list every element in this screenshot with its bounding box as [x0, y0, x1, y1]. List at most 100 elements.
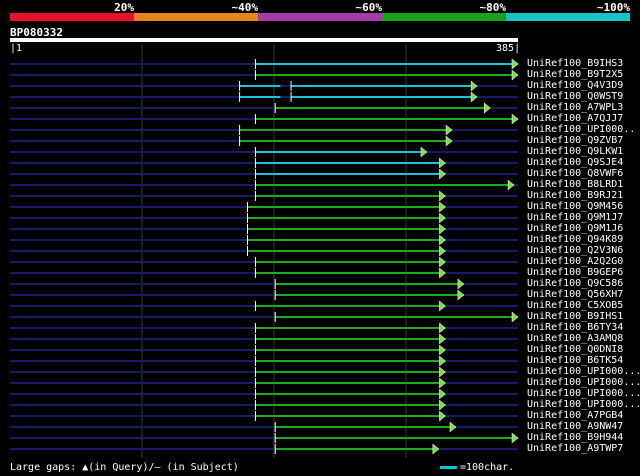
hit-row	[10, 399, 518, 411]
hit-row	[10, 113, 519, 125]
hit-end-arrow	[420, 146, 428, 158]
hit-row	[10, 421, 518, 433]
hit-label[interactable]: UniRef100_B9RJ21	[527, 190, 623, 201]
hit-row	[10, 179, 518, 191]
hit-end-arrow	[511, 58, 519, 70]
hit-label[interactable]: UniRef100_UPI000...	[527, 399, 640, 410]
hit-row	[10, 58, 519, 70]
hit-end-arrow	[511, 432, 519, 444]
hit-end-arrow	[511, 113, 519, 125]
hit-row	[10, 377, 518, 389]
hit-label[interactable]: UniRef100_B8LRD1	[527, 179, 623, 190]
hit-label[interactable]: UniRef100_A7WPL3	[527, 102, 623, 113]
hit-row	[10, 168, 518, 180]
hit-row	[10, 157, 518, 169]
hit-label[interactable]: UniRef100_Q4V3D9	[527, 80, 623, 91]
hit-row	[10, 80, 518, 92]
hit-row	[10, 267, 518, 279]
hit-end-arrow	[470, 91, 478, 103]
hit-row	[10, 256, 518, 268]
hit-row	[10, 234, 518, 246]
hit-end-arrow	[449, 421, 457, 433]
hit-end-arrow	[457, 289, 465, 301]
hit-label[interactable]: UniRef100_A7PGB4	[527, 410, 623, 421]
hit-row	[10, 289, 518, 301]
hit-end-arrow	[439, 157, 446, 169]
gaps-legend: Large gaps: ▲(in Query)/– (in Subject)	[10, 462, 239, 473]
hit-end-arrow	[484, 102, 491, 114]
hit-label[interactable]: UniRef100_Q9C586	[527, 278, 623, 289]
hit-end-arrow	[432, 443, 440, 455]
hit-label[interactable]: UniRef100_B6TY34	[527, 322, 623, 333]
hit-end-arrow	[511, 69, 519, 81]
hit-row	[10, 212, 518, 224]
hit-end-arrow	[470, 80, 478, 92]
hit-label[interactable]: UniRef100_UPI000...	[527, 388, 640, 399]
hit-label[interactable]: UniRef100_C5XOB5	[527, 300, 623, 311]
hit-end-arrow	[439, 333, 446, 345]
hit-end-arrow	[457, 278, 465, 290]
hit-end-arrow	[511, 311, 519, 323]
hit-label[interactable]: UniRef100_B9GEP6	[527, 267, 623, 278]
hit-row	[10, 443, 518, 455]
hit-label[interactable]: UniRef100_A7QJJ7	[527, 113, 623, 124]
hit-end-arrow	[439, 256, 446, 268]
hit-label[interactable]: UniRef100_B9T2X5	[527, 69, 623, 80]
hit-end-arrow	[439, 212, 446, 224]
hit-row	[10, 245, 518, 257]
hit-label[interactable]: UniRef100_UPI000...	[527, 366, 640, 377]
hit-label[interactable]: UniRef100_A3AMQ8	[527, 333, 623, 344]
hit-row	[10, 432, 519, 444]
hit-label[interactable]: UniRef100_UPI000...	[527, 377, 640, 388]
hit-end-arrow	[439, 168, 446, 180]
hit-label[interactable]: UniRef100_A9TWP7	[527, 443, 623, 454]
hit-label[interactable]: UniRef100_A9NW47	[527, 421, 623, 432]
hit-label[interactable]: UniRef100_Q9ZVB7	[527, 135, 623, 146]
hit-end-arrow	[439, 399, 446, 411]
hit-end-arrow	[439, 223, 446, 235]
hit-end-arrow	[439, 322, 446, 334]
hit-row	[10, 91, 518, 103]
hit-label[interactable]: UniRef100_Q9M1J6	[527, 223, 623, 234]
hit-end-arrow	[439, 300, 446, 312]
hit-label[interactable]: UniRef100_B9H944	[527, 432, 623, 443]
hit-row	[10, 311, 519, 323]
hit-row	[10, 300, 518, 312]
hit-label[interactable]: UniRef100_Q0DNI8	[527, 344, 623, 355]
hit-label[interactable]: UniRef100_UPI000..	[527, 124, 635, 135]
hit-end-arrow	[445, 135, 453, 147]
hit-row	[10, 102, 518, 114]
hit-label[interactable]: UniRef100_Q94K89	[527, 234, 623, 245]
hit-label[interactable]: UniRef100_B9IHS1	[527, 311, 623, 322]
scale-label: =100char.	[460, 462, 515, 473]
hit-row	[10, 344, 518, 356]
hit-label[interactable]: UniRef100_Q8VWF6	[527, 168, 623, 179]
hit-label[interactable]: UniRef100_B6TK54	[527, 355, 623, 366]
hit-row	[10, 388, 518, 400]
hit-end-arrow	[439, 245, 446, 257]
hit-row	[10, 201, 518, 213]
scale-bar	[440, 466, 457, 469]
hit-label[interactable]: UniRef100_Q56XH7	[527, 289, 623, 300]
hit-row	[10, 322, 518, 334]
hit-end-arrow	[439, 355, 446, 367]
hit-end-arrow	[439, 344, 446, 356]
hit-row	[10, 366, 518, 378]
hit-row	[10, 355, 518, 367]
hit-end-arrow	[439, 190, 446, 202]
hit-label[interactable]: UniRef100_Q9LKW1	[527, 146, 623, 157]
hit-end-arrow	[439, 388, 446, 400]
hit-end-arrow	[439, 366, 446, 378]
hit-end-arrow	[507, 179, 515, 191]
hit-row	[10, 190, 518, 202]
hit-label[interactable]: UniRef100_Q9M1J7	[527, 212, 623, 223]
hit-label[interactable]: UniRef100_Q0WST9	[527, 91, 623, 102]
hit-label[interactable]: UniRef100_Q2V3N6	[527, 245, 623, 256]
hit-label[interactable]: UniRef100_A2Q2G0	[527, 256, 623, 267]
hit-label[interactable]: UniRef100_Q9SJE4	[527, 157, 623, 168]
scale-legend: =100char.	[440, 462, 514, 473]
hit-row	[10, 333, 518, 345]
hit-row	[10, 278, 518, 290]
hit-label[interactable]: UniRef100_Q9M456	[527, 201, 623, 212]
hit-label[interactable]: UniRef100_B9IHS3	[527, 58, 623, 69]
